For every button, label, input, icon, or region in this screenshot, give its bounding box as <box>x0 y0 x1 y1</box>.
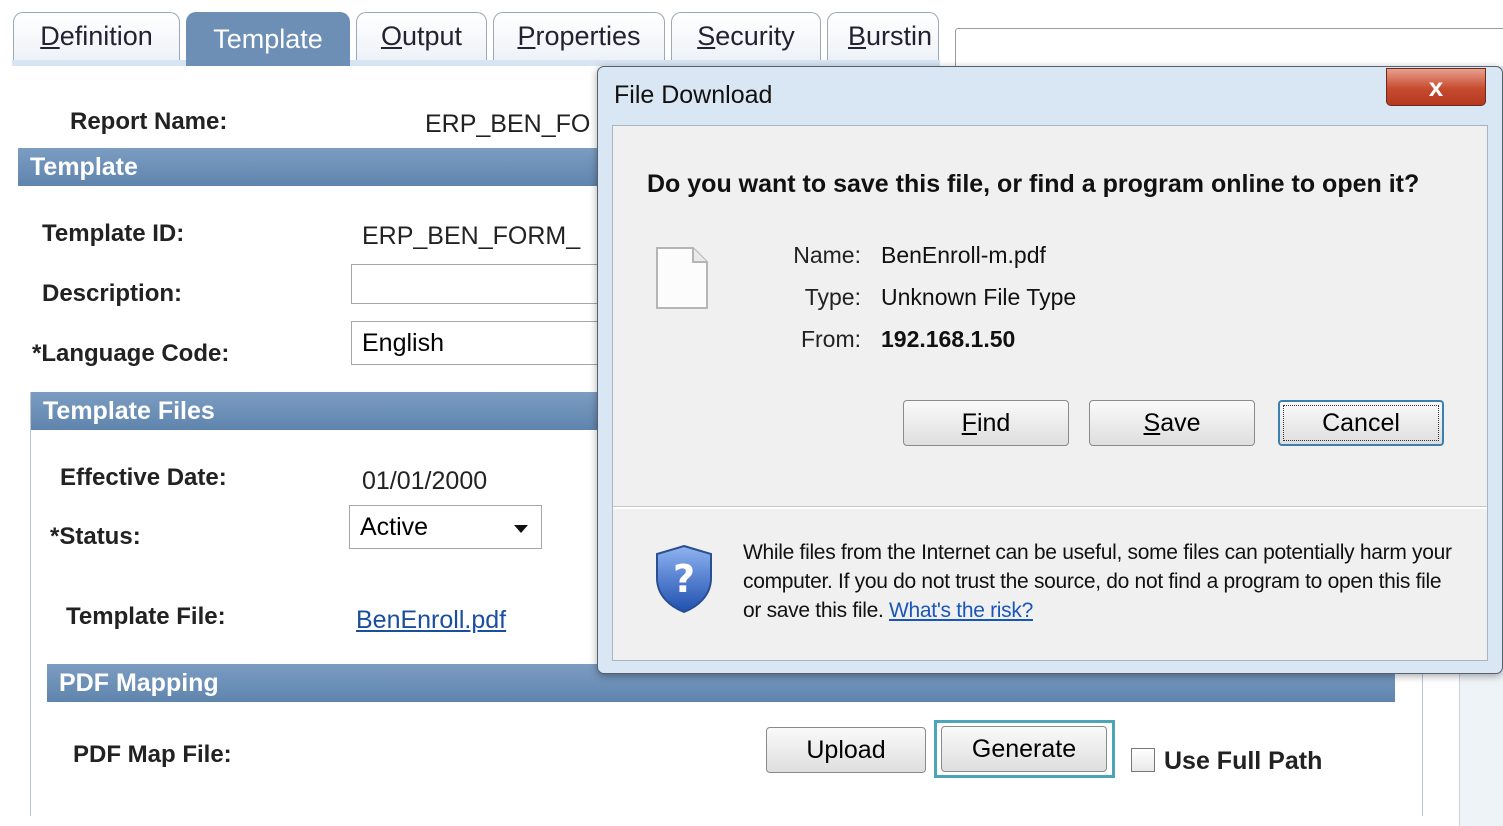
file-from-label: From: <box>800 326 861 352</box>
tab-bar: Definition Template Output Properties Se… <box>0 0 940 66</box>
tab-properties[interactable]: Properties <box>493 12 665 60</box>
tab-definition-label: efinition <box>59 21 153 51</box>
upload-button[interactable]: Upload <box>766 727 926 773</box>
use-full-path-checkbox[interactable] <box>1131 748 1155 772</box>
description-input[interactable] <box>351 264 611 304</box>
find-label: ind <box>976 408 1011 437</box>
file-type-label: Type: <box>804 284 861 310</box>
tab-properties-label: roperties <box>535 21 641 51</box>
tab-output-mnemonic: O <box>380 21 402 51</box>
template-file-label: Template File: <box>66 603 226 630</box>
close-icon: x <box>1428 71 1444 102</box>
save-mnemonic: S <box>1143 408 1161 437</box>
tab-properties-mnemonic: P <box>517 21 536 51</box>
dialog-title: File Download <box>614 81 773 109</box>
template-section-header: Template <box>18 148 618 186</box>
status-select-value: Active <box>360 512 429 541</box>
shield-question-icon: ? <box>656 544 712 614</box>
tab-security-label: ecurity <box>715 21 795 51</box>
file-icon <box>656 247 708 309</box>
tab-output[interactable]: Output <box>356 12 487 60</box>
whats-the-risk-link[interactable]: What's the risk? <box>889 599 1033 622</box>
file-name-label: Name: <box>793 242 861 268</box>
template-id-label: Template ID: <box>42 220 185 247</box>
dialog-question: Do you want to save this file, or find a… <box>647 170 1420 198</box>
dropdown-arrow-icon <box>514 525 528 533</box>
effective-date-label: Effective Date: <box>60 464 227 491</box>
pdf-map-file-label: PDF Map File: <box>73 741 232 768</box>
template-id-value: ERP_BEN_FORM_ <box>362 222 581 250</box>
template-file-link[interactable]: BenEnroll.pdf <box>356 606 506 635</box>
tab-definition[interactable]: Definition <box>13 12 180 60</box>
report-name-label: Report Name: <box>70 108 228 135</box>
svg-text:?: ? <box>673 557 695 601</box>
file-from-value: 192.168.1.50 <box>881 326 1016 352</box>
dialog-body: Do you want to save this file, or find a… <box>612 125 1488 661</box>
tab-definition-mnemonic: D <box>40 21 60 51</box>
tab-output-label: utput <box>401 21 463 51</box>
tab-bursting-mnemonic: B <box>848 21 867 51</box>
dialog-separator <box>613 506 1487 509</box>
security-warning-body: While files from the Internet can be use… <box>743 541 1452 622</box>
effective-date-value: 01/01/2000 <box>362 467 488 495</box>
tab-template-label: Template <box>213 24 323 54</box>
tab-template[interactable]: Template <box>186 12 350 66</box>
cancel-button[interactable]: Cancel <box>1278 400 1444 446</box>
find-button[interactable]: Find <box>903 400 1069 446</box>
report-name-value: ERP_BEN_FO <box>425 110 591 138</box>
tab-bursting-label: urstin <box>866 21 933 51</box>
tab-bursting[interactable]: Burstin <box>827 12 939 60</box>
security-warning-text: While files from the Internet can be use… <box>743 538 1463 625</box>
dialog-close-button[interactable]: x <box>1386 68 1486 106</box>
use-full-path-label: Use Full Path <box>1164 747 1323 775</box>
language-code-label: *Language Code: <box>32 340 230 367</box>
file-name-value: BenEnroll-m.pdf <box>881 242 1046 268</box>
template-files-header: Template Files <box>31 392 611 430</box>
save-label: ave <box>1160 408 1201 437</box>
status-label: *Status: <box>50 523 141 550</box>
find-mnemonic: F <box>961 408 977 437</box>
save-button[interactable]: Save <box>1089 400 1255 446</box>
generate-button[interactable]: Generate <box>941 726 1107 772</box>
tab-security-mnemonic: S <box>697 21 716 51</box>
file-type-value: Unknown File Type <box>881 284 1077 310</box>
status-select[interactable]: Active <box>349 505 542 549</box>
language-code-input[interactable]: English <box>351 321 611 365</box>
background-field <box>955 28 1503 70</box>
tab-security[interactable]: Security <box>671 12 821 60</box>
file-download-dialog: File Download x Do you want to save this… <box>597 66 1503 674</box>
description-label: Description: <box>42 280 183 307</box>
